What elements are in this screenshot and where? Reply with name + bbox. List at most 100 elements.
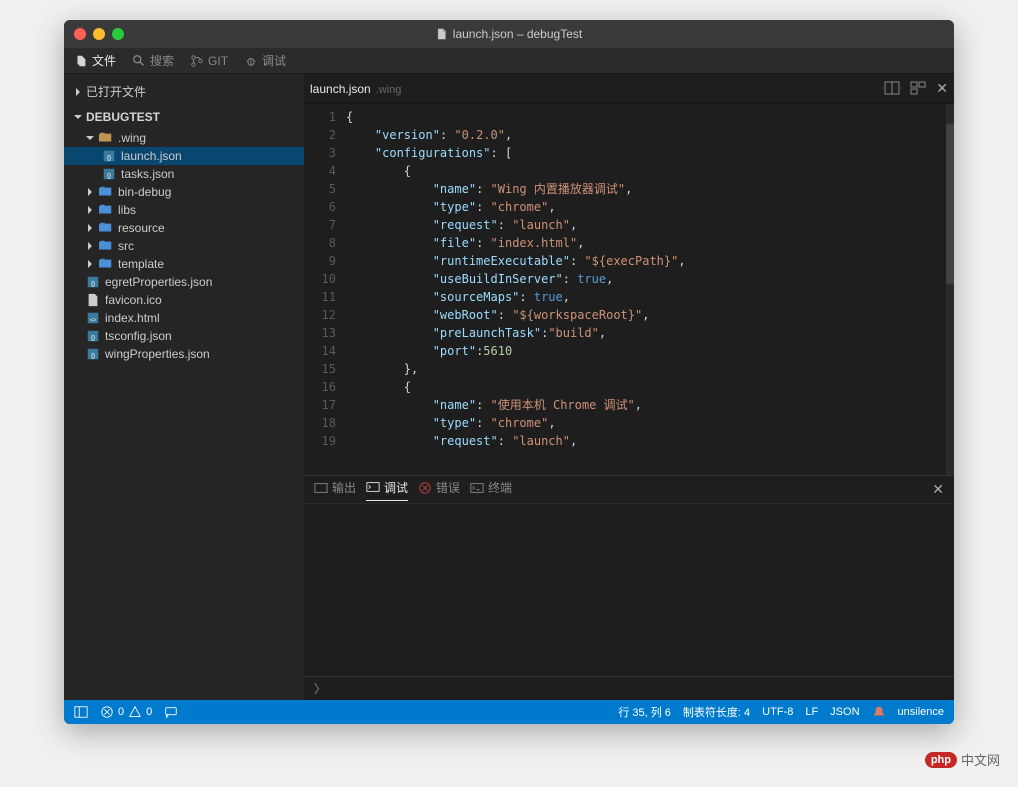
json-file-icon: {} [102, 167, 116, 181]
more-icon[interactable] [910, 80, 926, 96]
tree-file-wingprop[interactable]: {} wingProperties.json [64, 345, 304, 363]
panel-tab-errors[interactable]: 错误 [418, 479, 460, 500]
folder-icon [99, 204, 113, 216]
tree-file-tasks[interactable]: {} tasks.json [64, 165, 304, 183]
git-icon [190, 54, 204, 68]
error-icon [100, 705, 114, 719]
search-icon [132, 54, 146, 68]
status-eol[interactable]: LF [805, 706, 818, 718]
json-file-icon: {} [86, 275, 100, 289]
split-editor-icon[interactable] [884, 80, 900, 96]
status-user[interactable]: unsilence [898, 706, 944, 718]
error-icon [418, 481, 432, 495]
tree-file-index[interactable]: <> index.html [64, 309, 304, 327]
debug-console-icon [366, 480, 380, 494]
tree-folder-template[interactable]: template [64, 255, 304, 273]
status-tabsize[interactable]: 制表符长度: 4 [683, 704, 750, 720]
svg-text:{}: {} [91, 353, 95, 360]
line-numbers: 12345678910111213141516171819 [304, 104, 346, 475]
panel-tab-debug[interactable]: 调试 [366, 479, 408, 501]
tab-search[interactable]: 搜索 [132, 52, 174, 69]
tree-file-tsconfig[interactable]: {} tsconfig.json [64, 327, 304, 345]
window-title: launch.json – debugTest [436, 27, 582, 41]
statusbar: 0 0 行 35, 列 6 制表符长度: 4 UTF-8 LF JSON uns… [64, 700, 954, 724]
bug-icon [244, 54, 258, 68]
folder-icon [99, 240, 113, 252]
chevron-right-icon [88, 188, 92, 196]
svg-text:{}: {} [91, 281, 95, 288]
tab-files[interactable]: 文件 [74, 52, 116, 69]
warning-icon [128, 705, 142, 719]
panel-tab-output[interactable]: 输出 [314, 479, 356, 500]
code-editor[interactable]: 12345678910111213141516171819 { "version… [304, 104, 954, 475]
titlebar: launch.json – debugTest [64, 20, 954, 48]
tree-folder-src[interactable]: src [64, 237, 304, 255]
svg-text:<>: <> [90, 318, 96, 324]
chevron-right-icon [88, 224, 92, 232]
folder-icon [99, 132, 113, 144]
window-title-text: launch.json – debugTest [453, 27, 582, 41]
json-file-icon: {} [86, 329, 100, 343]
layout-icon [74, 705, 88, 719]
files-icon [74, 54, 88, 68]
bell-icon [872, 705, 886, 719]
activity-bar: 文件 搜索 GIT 调试 [64, 48, 954, 74]
html-file-icon: <> [86, 311, 100, 325]
close-tab-button[interactable]: ✕ [936, 80, 948, 97]
folder-icon [99, 222, 113, 234]
tree-folder-bin-debug[interactable]: bin-debug [64, 183, 304, 201]
comment-icon [164, 705, 178, 719]
chevron-right-icon [88, 206, 92, 214]
editor-tabbar: launch.json .wing ✕ [304, 74, 954, 104]
svg-text:{}: {} [91, 335, 95, 342]
file-icon [86, 293, 100, 307]
maximize-window-button[interactable] [112, 28, 124, 40]
watermark: php 中文网 [925, 750, 1000, 769]
tab-git[interactable]: GIT [190, 54, 228, 68]
minimize-window-button[interactable] [93, 28, 105, 40]
minimap[interactable] [946, 104, 954, 475]
sidebar: 已打开文件 DEBUGTEST .wing {} launch.json {} [64, 74, 304, 700]
tree-file-egret[interactable]: {} egretProperties.json [64, 273, 304, 291]
status-cursor[interactable]: 行 35, 列 6 [618, 704, 671, 720]
folder-icon [99, 186, 113, 198]
traffic-lights [74, 28, 124, 40]
panel-body [304, 504, 954, 676]
debug-input[interactable]: 〉 [304, 676, 954, 700]
terminal-icon [470, 481, 484, 495]
status-errors[interactable]: 0 0 [100, 705, 152, 719]
chevron-right-icon [76, 88, 80, 96]
sidebar-project-header[interactable]: DEBUGTEST [64, 105, 304, 129]
folder-icon [99, 258, 113, 270]
tree-file-launch[interactable]: {} launch.json [64, 147, 304, 165]
svg-text:{}: {} [107, 173, 111, 180]
close-panel-button[interactable]: ✕ [932, 481, 944, 498]
status-feedback[interactable] [164, 705, 178, 719]
status-lang[interactable]: JSON [830, 706, 859, 718]
tree-folder-resource[interactable]: resource [64, 219, 304, 237]
chevron-right-icon [88, 260, 92, 268]
tree-folder-libs[interactable]: libs [64, 201, 304, 219]
panel-tab-terminal[interactable]: 终端 [470, 479, 512, 500]
chevron-down-icon [86, 136, 94, 140]
close-window-button[interactable] [74, 28, 86, 40]
editor-tab-launch[interactable]: launch.json .wing [310, 82, 401, 96]
sidebar-opened-files-header[interactable]: 已打开文件 [64, 78, 304, 105]
json-file-icon: {} [102, 149, 116, 163]
chevron-right-icon [88, 242, 92, 250]
chevron-down-icon [74, 115, 82, 119]
editor-area: launch.json .wing ✕ 12345678910111213141… [304, 74, 954, 700]
status-sidebar-toggle[interactable] [74, 705, 88, 719]
tree-file-favicon[interactable]: favicon.ico [64, 291, 304, 309]
app-window: launch.json – debugTest 文件 搜索 GIT 调试 已打开… [64, 20, 954, 724]
bottom-panel: 输出 调试 错误 终端 [304, 475, 954, 700]
tree-folder-wing[interactable]: .wing [64, 129, 304, 147]
status-encoding[interactable]: UTF-8 [762, 706, 793, 718]
status-bell[interactable] [872, 705, 886, 719]
tab-debug[interactable]: 调试 [244, 52, 286, 69]
svg-text:{}: {} [107, 155, 111, 162]
code-content: { "version": "0.2.0", "configurations": … [346, 104, 946, 475]
output-icon [314, 481, 328, 495]
file-icon [436, 27, 448, 41]
json-file-icon: {} [86, 347, 100, 361]
